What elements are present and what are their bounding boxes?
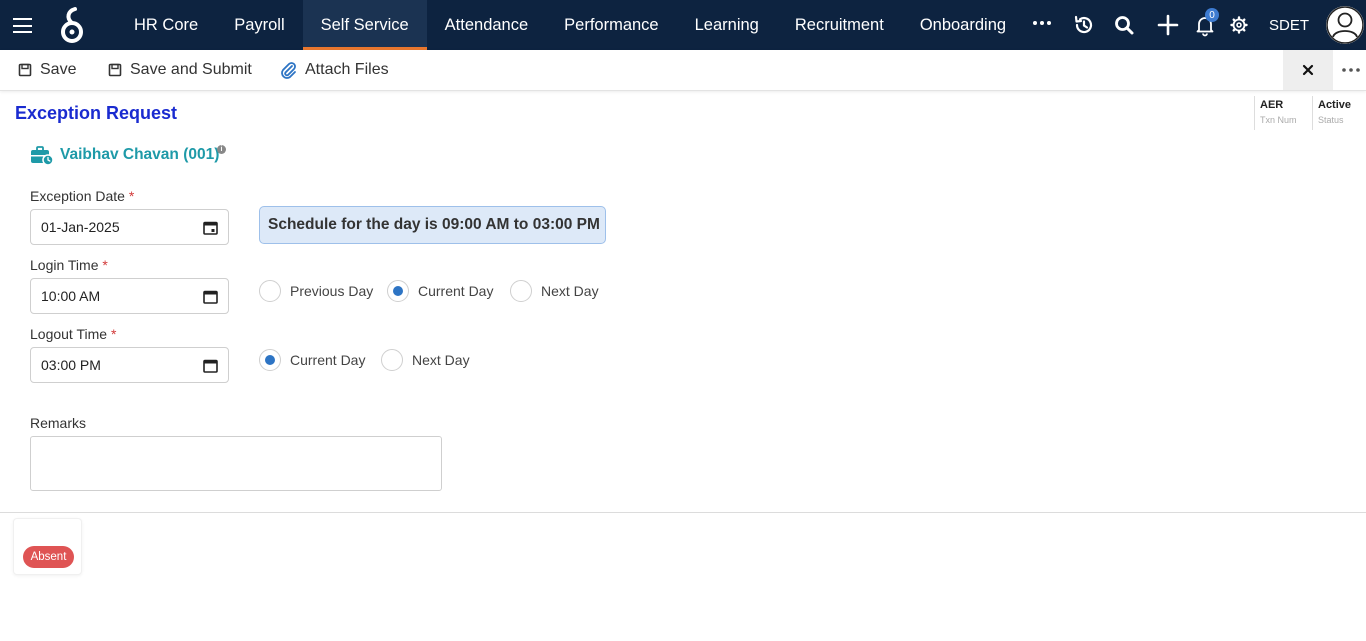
remarks-textarea[interactable]	[30, 436, 442, 491]
radio-label: Current Day	[290, 352, 366, 368]
hamburger-menu-icon[interactable]	[13, 18, 32, 33]
tab-self-service[interactable]: Self Service	[302, 0, 427, 50]
close-icon	[1302, 64, 1314, 76]
radio-circle[interactable]	[381, 349, 403, 371]
employee-info: Vaibhav Chavan (001)	[30, 144, 219, 166]
radio-dot	[265, 355, 275, 365]
company-logo[interactable]	[56, 6, 88, 44]
plus-icon[interactable]	[1156, 13, 1180, 37]
top-navigation-bar: HR Core Payroll Self Service Attendance …	[0, 0, 1366, 50]
radio-circle-selected[interactable]	[387, 280, 409, 302]
tab-performance[interactable]: Performance	[546, 0, 676, 50]
logout-radio-current-day[interactable]: Current Day	[259, 349, 365, 371]
attach-files-button[interactable]: Attach Files	[279, 50, 389, 90]
exception-date-label: Exception Date *	[30, 188, 134, 204]
floppy-disk-icon	[18, 63, 32, 77]
employee-name[interactable]: Vaibhav Chavan (001)	[60, 146, 219, 164]
login-time-label-text: Login Time	[30, 257, 99, 273]
section-divider	[0, 512, 1366, 513]
schedule-info-box: Schedule for the day is 09:00 AM to 03:0…	[259, 206, 606, 244]
radio-circle[interactable]	[259, 280, 281, 302]
login-time-input[interactable]: 10:00 AM	[30, 278, 229, 314]
remarks-label-text: Remarks	[30, 415, 87, 431]
floppy-disk-icon	[108, 63, 122, 77]
tab-payroll[interactable]: Payroll	[216, 0, 302, 50]
save-and-submit-button-label: Save and Submit	[130, 61, 252, 78]
logout-time-value: 03:00 PM	[41, 357, 101, 373]
exception-date-value: 01-Jan-2025	[41, 219, 120, 235]
calendar-icon[interactable]	[203, 358, 218, 373]
history-icon[interactable]	[1072, 13, 1096, 37]
required-marker: *	[102, 257, 108, 273]
login-time-value: 10:00 AM	[41, 288, 101, 304]
save-and-submit-button[interactable]: Save and Submit	[108, 50, 252, 90]
logout-time-input[interactable]: 03:00 PM	[30, 347, 229, 383]
logout-time-label: Logout Time *	[30, 326, 116, 342]
tab-attendance[interactable]: Attendance	[427, 0, 546, 50]
remarks-label: Remarks	[30, 415, 86, 431]
save-button-label: Save	[40, 61, 77, 78]
logout-radio-next-day[interactable]: Next Day	[381, 349, 470, 371]
calendar-icon[interactable]	[203, 220, 218, 235]
action-toolbar: Save Save and Submit Attach Files	[0, 50, 1366, 91]
logout-time-label-text: Logout Time	[30, 326, 108, 342]
tab-onboarding[interactable]: Onboarding	[902, 0, 1024, 50]
tab-hr-core[interactable]: HR Core	[116, 0, 216, 50]
login-time-label: Login Time *	[30, 257, 108, 273]
module-tabs: HR Core Payroll Self Service Attendance …	[116, 0, 1024, 50]
radio-label: Next Day	[541, 283, 599, 299]
exception-date-label-text: Exception Date	[30, 188, 125, 204]
txn-num-label: Txn Num	[1260, 115, 1297, 125]
attach-files-button-label: Attach Files	[305, 61, 389, 78]
radio-label: Next Day	[412, 352, 470, 368]
status-label: Status	[1318, 115, 1344, 125]
txn-num-value: AER	[1260, 99, 1284, 111]
tab-learning[interactable]: Learning	[677, 0, 777, 50]
radio-circle[interactable]	[510, 280, 532, 302]
user-silhouette-icon	[1326, 6, 1364, 44]
briefcase-clock-icon	[31, 146, 54, 166]
page-title: Exception Request	[15, 103, 178, 123]
login-radio-next-day[interactable]: Next Day	[510, 280, 599, 302]
status-box: Active Status	[1312, 96, 1366, 130]
paperclip-icon	[281, 62, 296, 79]
user-label[interactable]: SDET	[1269, 17, 1309, 34]
absent-status-badge: Absent	[23, 546, 74, 568]
radio-circle-selected[interactable]	[259, 349, 281, 371]
radio-label: Current Day	[418, 283, 494, 299]
tab-recruitment[interactable]: Recruitment	[777, 0, 902, 50]
exception-date-input[interactable]: 01-Jan-2025	[30, 209, 229, 245]
attendance-status-card: Absent	[13, 518, 82, 575]
required-marker: *	[110, 326, 117, 342]
user-avatar[interactable]	[1326, 6, 1364, 44]
radio-dot	[393, 286, 403, 296]
more-horizontal-icon[interactable]	[1030, 13, 1054, 37]
close-button[interactable]	[1283, 50, 1333, 90]
schedule-text: Schedule for the day is 09:00 AM to 03:0…	[268, 216, 600, 233]
required-marker: *	[128, 188, 135, 204]
txn-num-box: AER Txn Num	[1254, 96, 1309, 130]
status-value: Active	[1318, 99, 1352, 111]
search-icon[interactable]	[1112, 13, 1136, 37]
more-options-icon[interactable]	[1340, 64, 1362, 76]
info-icon[interactable]: i	[217, 145, 226, 154]
radio-label: Previous Day	[290, 283, 374, 299]
save-button[interactable]: Save	[18, 50, 76, 90]
calendar-icon[interactable]	[203, 289, 218, 304]
login-radio-current-day[interactable]: Current Day	[387, 280, 493, 302]
notification-count-badge: 0	[1205, 8, 1219, 22]
gear-icon[interactable]	[1227, 13, 1251, 37]
login-radio-previous-day[interactable]: Previous Day	[259, 280, 373, 302]
